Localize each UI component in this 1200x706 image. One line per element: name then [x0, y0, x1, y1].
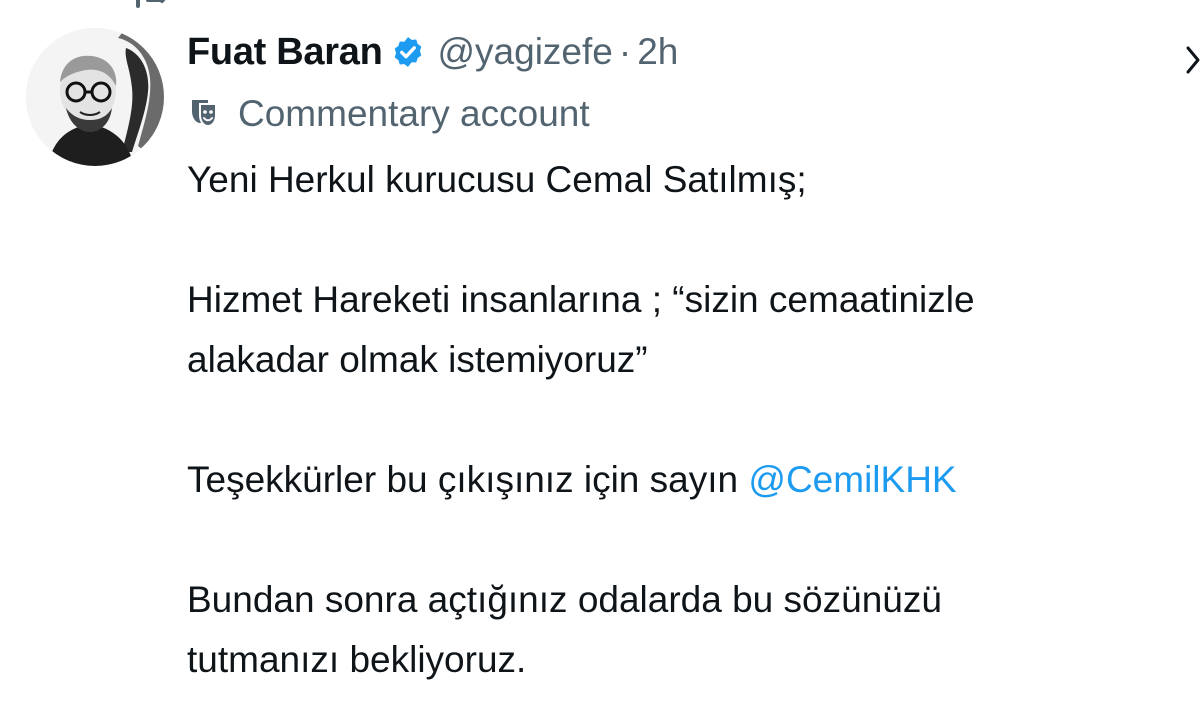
tweet-paragraph: Teşekkürler bu çıkışınız için sayın @Cem…: [187, 450, 1200, 510]
author-display-name[interactable]: Fuat Baran: [187, 31, 383, 74]
account-label-text: Commentary account: [238, 93, 590, 134]
tweet-paragraph: Yeni Herkul kurucusu Cemal Satılmış;: [187, 159, 807, 200]
tweet-line: tutmanızı bekliyoruz.: [187, 639, 527, 680]
tweet-paragraph: Hizmet Hareketi insanlarına ; “sizin cem…: [187, 270, 1200, 390]
tweet-card[interactable]: Fuat Baran @yagizefe · 2h Commentary acc…: [0, 0, 1200, 706]
avatar[interactable]: [26, 28, 164, 166]
tweet-paragraph: Bundan sonra açtığınız odalarda bu sözün…: [187, 570, 1200, 690]
author-handle[interactable]: @yagizefe: [437, 31, 612, 73]
repost-indicator[interactable]: [130, 0, 170, 10]
chevron-right-icon[interactable]: [1184, 40, 1200, 80]
timestamp[interactable]: 2h: [637, 31, 678, 73]
tweet-line: Hizmet Hareketi insanlarına ; “sizin cem…: [187, 279, 975, 320]
tweet-line: alakadar olmak istemiyoruz”: [187, 339, 648, 380]
tweet-header: Fuat Baran @yagizefe · 2h: [187, 26, 678, 78]
header-separator: ·: [618, 31, 632, 72]
tweet-line: Teşekkürler bu çıkışınız için sayın: [187, 459, 749, 500]
mention-link[interactable]: @CemilKHK: [748, 459, 956, 500]
verified-badge-icon[interactable]: [391, 35, 425, 69]
account-label[interactable]: Commentary account: [188, 88, 590, 140]
repost-icon: [130, 0, 170, 10]
tweet-line: Bundan sonra açtığınız odalarda bu sözün…: [187, 579, 942, 620]
tweet-body: Yeni Herkul kurucusu Cemal Satılmış; Hiz…: [187, 150, 1200, 690]
theater-masks-icon: [188, 96, 220, 133]
